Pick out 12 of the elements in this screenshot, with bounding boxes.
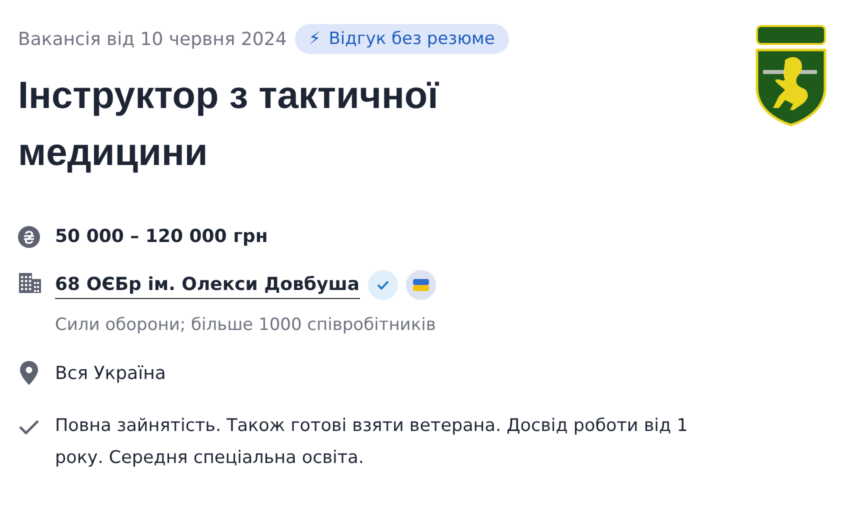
lightning-icon: ⚡ xyxy=(308,29,321,49)
job-title: Інструктор з тактичної медицини xyxy=(18,74,440,176)
location: Вся Україна xyxy=(55,362,167,386)
badge-label: Відгук без резюме xyxy=(328,29,495,49)
company-description: Сили оборони; більше 1000 співробітників xyxy=(55,314,437,337)
building-icon xyxy=(18,272,42,294)
hryvnia-icon xyxy=(18,226,40,248)
posted-date: Вакансія від 10 червня 2024 xyxy=(18,28,287,50)
location-pin-icon xyxy=(18,360,40,386)
salary: 50 000 – 120 000 грн xyxy=(55,225,269,249)
job-details: Повна зайнятість. Також готові взяти ветерана. Досвід роботи від 1 року. Середня спеціальна освіта. xyxy=(55,415,689,470)
company-link[interactable]: 68 ОЄБр ім. Олекси Довбуша xyxy=(55,272,360,298)
